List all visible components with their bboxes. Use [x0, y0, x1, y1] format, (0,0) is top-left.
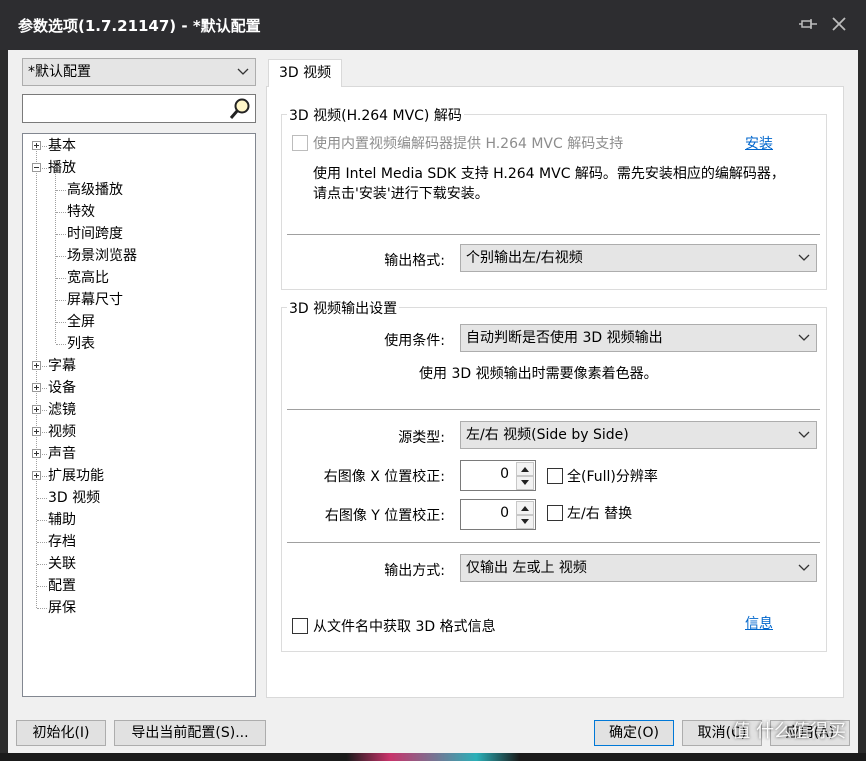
- tree-item-advanced-playback[interactable]: 高级播放: [67, 179, 123, 201]
- y-offset-value: 0: [500, 505, 509, 521]
- tree-item-devices[interactable]: 设备: [48, 377, 76, 399]
- expand-toggle[interactable]: [32, 405, 41, 414]
- y-offset-label: 右图像 Y 位置校正:: [324, 508, 445, 524]
- decode-info-line1: 使用 Intel Media SDK 支持 H.264 MVC 解码。需先安装相…: [313, 166, 785, 182]
- output-mode-label: 输出方式:: [384, 563, 445, 579]
- chevron-down-icon: [798, 431, 810, 438]
- profile-select-value: *默认配置: [28, 64, 91, 80]
- output-mode-value: 仅输出 左或上 视频: [466, 560, 587, 576]
- tree-item-associations[interactable]: 关联: [48, 553, 76, 575]
- builtin-decoder-label: 使用内置视频编解码器提供 H.264 MVC 解码支持: [313, 136, 624, 152]
- tree-item-screen-size[interactable]: 屏幕尺寸: [67, 289, 123, 311]
- separator: [287, 234, 820, 235]
- x-offset-value: 0: [500, 466, 509, 482]
- full-resolution-label: 全(Full)分辨率: [567, 469, 658, 485]
- install-link[interactable]: 安装: [745, 133, 773, 153]
- y-offset-stepper[interactable]: 0: [460, 499, 536, 530]
- decrement-button[interactable]: [516, 476, 534, 490]
- builtin-decoder-checkbox[interactable]: [292, 135, 308, 151]
- caret-up-icon: [521, 467, 529, 472]
- expand-toggle[interactable]: [32, 383, 41, 392]
- separator: [287, 542, 820, 543]
- tree-item-video[interactable]: 视频: [48, 421, 76, 443]
- decrement-button[interactable]: [516, 515, 534, 529]
- search-input[interactable]: [22, 94, 256, 123]
- output-group-title: 3D 视频输出设置: [287, 298, 400, 318]
- tree-item-archive[interactable]: 存档: [48, 531, 76, 553]
- collapse-toggle[interactable]: [32, 163, 41, 172]
- decode-group-title: 3D 视频(H.264 MVC) 解码: [287, 105, 464, 125]
- watermark: 值 什么值得买: [732, 721, 846, 742]
- tree-item-audio[interactable]: 声音: [48, 443, 76, 465]
- caret-down-icon: [521, 519, 529, 524]
- info-link[interactable]: 信息: [745, 613, 773, 633]
- tree-item-basic[interactable]: 基本: [48, 135, 76, 157]
- chevron-down-icon: [798, 334, 810, 341]
- tree-item-fullscreen[interactable]: 全屏: [67, 311, 95, 333]
- category-tree: 基本 播放 高级播放 特效 时间跨度 场景浏览器 宽高比 屏幕尺寸 全屏 列表 …: [22, 133, 256, 697]
- tree-item-playlist[interactable]: 列表: [67, 333, 95, 355]
- swap-left-right-checkbox[interactable]: [547, 505, 563, 521]
- output-format-select[interactable]: 个别输出左/右视频: [460, 244, 817, 272]
- expand-toggle[interactable]: [32, 141, 41, 150]
- tree-item-filters[interactable]: 滤镜: [48, 399, 76, 421]
- window-title: 参数选项(1.7.21147) - *默认配置: [18, 17, 261, 35]
- expand-toggle[interactable]: [32, 427, 41, 436]
- tree-item-accessibility[interactable]: 辅助: [48, 509, 76, 531]
- tree-item-playback[interactable]: 播放: [48, 157, 76, 179]
- condition-select[interactable]: 自动判断是否使用 3D 视频输出: [460, 324, 817, 352]
- settings-panel: 3D 视频(H.264 MVC) 解码 使用内置视频编解码器提供 H.264 M…: [266, 86, 844, 698]
- export-config-button[interactable]: 导出当前配置(S)...: [114, 720, 266, 746]
- output-mode-select[interactable]: 仅输出 左或上 视频: [460, 554, 817, 582]
- condition-note: 使用 3D 视频输出时需要像素着色器。: [419, 366, 658, 382]
- tree-item-extensions[interactable]: 扩展功能: [48, 465, 104, 487]
- output-format-label: 输出格式:: [384, 253, 445, 269]
- source-type-value: 左/右 视频(Side by Side): [466, 427, 629, 443]
- tree-item-aspect-ratio[interactable]: 宽高比: [67, 267, 109, 289]
- title-bar: 参数选项(1.7.21147) - *默认配置: [0, 0, 866, 50]
- x-offset-stepper[interactable]: 0: [460, 460, 536, 491]
- separator: [287, 409, 820, 410]
- expand-toggle[interactable]: [32, 471, 41, 480]
- source-type-select[interactable]: 左/右 视频(Side by Side): [460, 421, 817, 449]
- condition-value: 自动判断是否使用 3D 视频输出: [466, 330, 663, 346]
- tab-3d-video-label: 3D 视频: [279, 65, 332, 81]
- pin-icon[interactable]: [798, 13, 820, 35]
- caret-down-icon: [521, 480, 529, 485]
- output-format-value: 个别输出左/右视频: [466, 250, 583, 266]
- caret-up-icon: [521, 506, 529, 511]
- close-icon[interactable]: [828, 13, 850, 35]
- tree-item-3d-video[interactable]: 3D 视频: [48, 487, 100, 509]
- filename-3d-checkbox[interactable]: [292, 618, 308, 634]
- condition-label: 使用条件:: [384, 333, 445, 349]
- chevron-down-icon: [798, 564, 810, 571]
- full-resolution-checkbox[interactable]: [547, 468, 563, 484]
- tree-item-effects[interactable]: 特效: [67, 201, 95, 223]
- dialog-client: *默认配置 基本 播放 高级播放 特效 时间跨度 场景浏览器 宽高比 屏幕尺寸 …: [8, 50, 858, 753]
- initialize-button[interactable]: 初始化(I): [16, 720, 106, 746]
- tree-item-subtitles[interactable]: 字幕: [48, 355, 76, 377]
- filename-3d-label: 从文件名中获取 3D 格式信息: [313, 619, 496, 635]
- tree-item-screensaver[interactable]: 屏保: [48, 597, 76, 619]
- profile-select[interactable]: *默认配置: [22, 58, 256, 86]
- chevron-down-icon: [798, 254, 810, 261]
- expand-toggle[interactable]: [32, 449, 41, 458]
- search-icon[interactable]: [228, 97, 252, 121]
- ok-button[interactable]: 确定(O): [594, 720, 674, 746]
- swap-left-right-label: 左/右 替换: [567, 506, 633, 522]
- tab-3d-video[interactable]: 3D 视频: [268, 59, 343, 87]
- tree-item-config[interactable]: 配置: [48, 575, 76, 597]
- decode-info-line2: 请点击'安装'进行下载安装。: [313, 186, 489, 202]
- source-type-label: 源类型:: [398, 430, 445, 446]
- x-offset-label: 右图像 X 位置校正:: [323, 469, 445, 485]
- tree-item-time-span[interactable]: 时间跨度: [67, 223, 123, 245]
- increment-button[interactable]: [516, 501, 534, 515]
- chevron-down-icon: [237, 68, 249, 75]
- tree-item-scene-browser[interactable]: 场景浏览器: [67, 245, 137, 267]
- expand-toggle[interactable]: [32, 361, 41, 370]
- increment-button[interactable]: [516, 462, 534, 476]
- desktop-strip: [0, 753, 866, 761]
